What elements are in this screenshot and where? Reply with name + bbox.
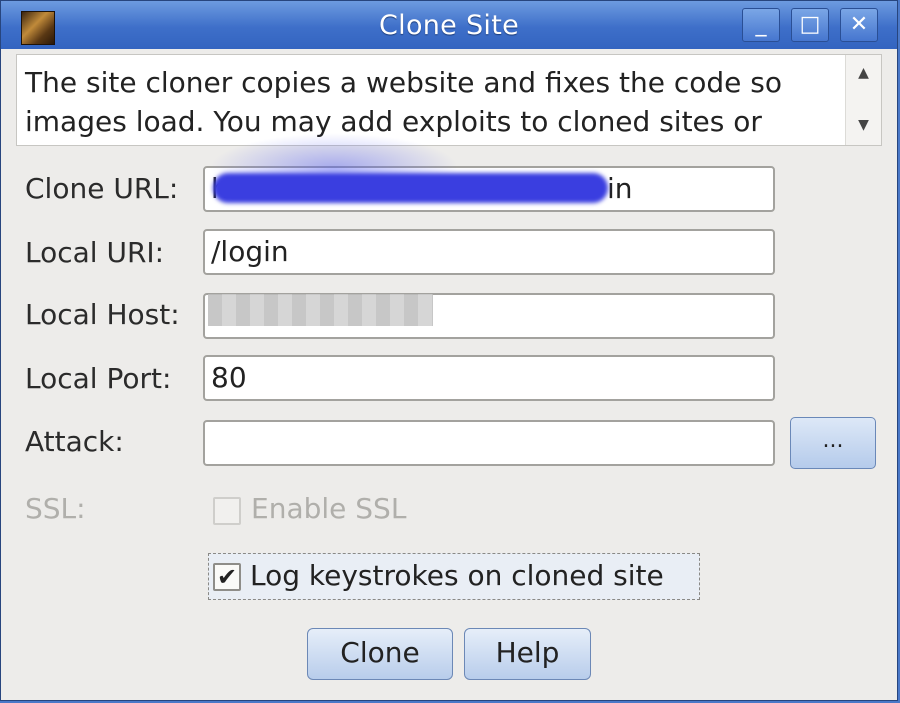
scroll-up-icon[interactable]: ▲ bbox=[846, 65, 881, 81]
clone-site-dialog: Clone Site _ □ ✕ The site cloner copies … bbox=[0, 0, 898, 701]
clone-url-label: Clone URL: bbox=[25, 172, 179, 205]
enable-ssl-label: Enable SSL bbox=[251, 492, 407, 525]
attack-label: Attack: bbox=[25, 425, 124, 458]
maximize-button[interactable]: □ bbox=[791, 8, 829, 42]
browse-attack-button[interactable]: ... bbox=[790, 417, 876, 469]
close-button[interactable]: ✕ bbox=[840, 8, 878, 42]
log-keystrokes-checkbox[interactable]: ✔ bbox=[213, 563, 241, 591]
redaction-block bbox=[208, 294, 433, 326]
description-text: The site cloner copies a website and fix… bbox=[25, 63, 835, 141]
local-uri-label: Local URI: bbox=[25, 236, 165, 269]
redaction-scribble bbox=[213, 173, 608, 203]
ssl-label: SSL: bbox=[25, 492, 86, 525]
description-scrollbar[interactable]: ▲ ▼ bbox=[845, 55, 881, 145]
local-port-input[interactable]: 80 bbox=[203, 355, 775, 401]
help-button[interactable]: Help bbox=[464, 628, 591, 680]
enable-ssl-checkbox[interactable] bbox=[213, 497, 241, 525]
title-bar[interactable]: Clone Site _ □ ✕ bbox=[1, 1, 897, 49]
local-uri-input[interactable]: /login bbox=[203, 229, 775, 275]
description-line-1: The site cloner copies a website and fix… bbox=[25, 66, 782, 99]
local-host-label: Local Host: bbox=[25, 298, 180, 331]
clone-url-value-tail: in bbox=[607, 172, 633, 205]
minimize-button[interactable]: _ bbox=[742, 8, 780, 42]
local-port-label: Local Port: bbox=[25, 362, 172, 395]
attack-input[interactable] bbox=[203, 420, 775, 466]
scroll-down-icon[interactable]: ▼ bbox=[846, 117, 881, 133]
log-keystrokes-label: Log keystrokes on cloned site bbox=[250, 559, 664, 592]
clone-button[interactable]: Clone bbox=[307, 628, 453, 680]
